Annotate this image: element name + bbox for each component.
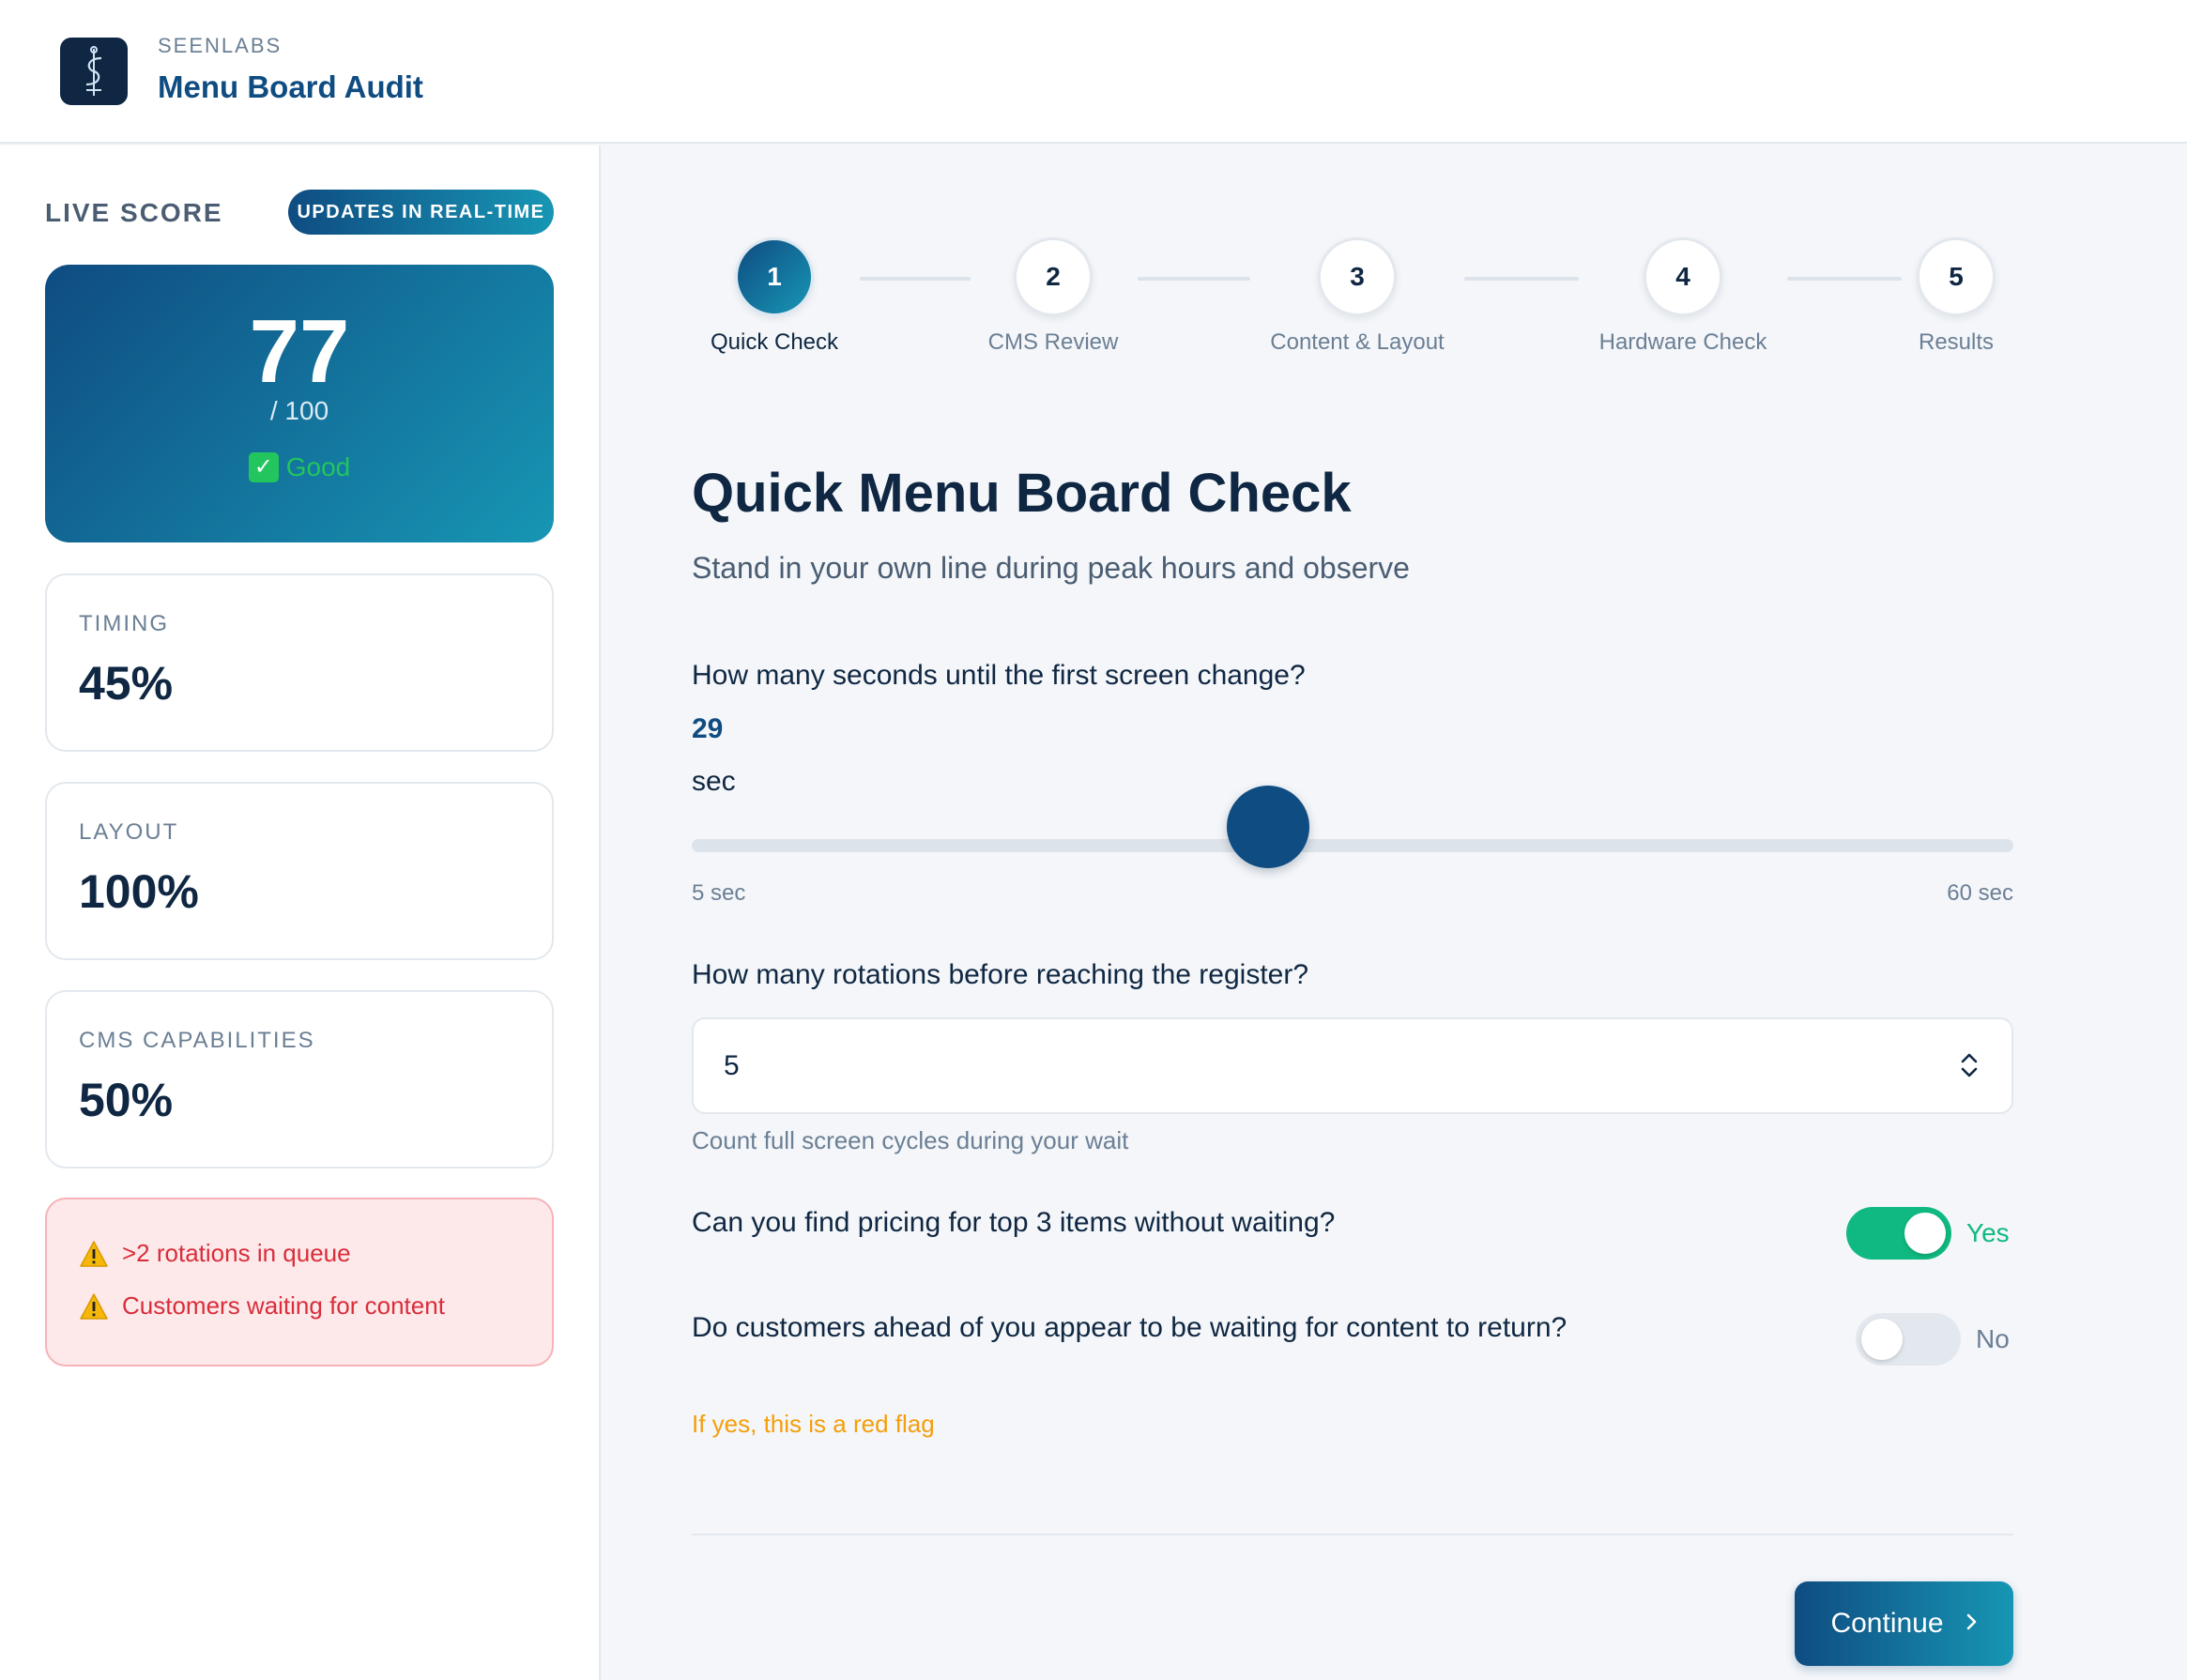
rotations-input[interactable]: 5 xyxy=(692,1017,2013,1114)
alert-item: >2 rotations in queue xyxy=(79,1239,351,1268)
step-label-quick-check: Quick Check xyxy=(710,329,839,355)
waiting-toggle[interactable] xyxy=(1856,1313,1961,1366)
live-score-label: LIVE SCORE xyxy=(45,198,223,227)
warning-icon xyxy=(79,1292,109,1321)
rotations-value: 5 xyxy=(724,1049,740,1081)
waiting-toggle-label: No xyxy=(1976,1324,2010,1353)
step-3[interactable]: 3 xyxy=(1318,237,1397,316)
score-status-label: Good xyxy=(285,452,351,481)
slider-unit: sec xyxy=(692,766,736,797)
slider-min-label: 5 sec xyxy=(692,880,746,906)
form-title: Quick Menu Board Check xyxy=(692,463,1352,524)
seconds-slider-thumb[interactable] xyxy=(1227,786,1310,868)
chevron-right-icon xyxy=(1965,1608,1978,1640)
metric-label: TIMING xyxy=(79,611,169,636)
step-connector xyxy=(1464,277,1579,281)
metric-label: LAYOUT xyxy=(79,819,179,845)
audit-main: 1 Quick Check 2 CMS Review 3 Content & L… xyxy=(603,145,2187,1680)
seconds-slider-track[interactable] xyxy=(692,839,2013,852)
step-1[interactable]: 1 xyxy=(735,237,814,316)
alert-item: Customers waiting for content xyxy=(79,1291,445,1321)
alert-text: >2 rotations in queue xyxy=(122,1239,351,1267)
step-2[interactable]: 2 xyxy=(1014,237,1093,316)
step-label-hardware-check: Hardware Check xyxy=(1598,329,1767,355)
question-waiting: Do customers ahead of you appear to be w… xyxy=(692,1312,1568,1343)
score-card: 77 / 100 ✓ Good xyxy=(45,265,554,542)
score-sidebar: LIVE SCORE UPDATES IN REAL-TIME 77 / 100… xyxy=(0,145,601,1680)
check-icon: ✓ xyxy=(248,452,279,482)
form-divider xyxy=(692,1534,2013,1535)
alerts-panel: >2 rotations in queue Customers waiting … xyxy=(45,1198,554,1367)
metric-value: 45% xyxy=(79,657,174,710)
alert-text: Customers waiting for content xyxy=(122,1291,445,1320)
form-subtitle: Stand in your own line during peak hours… xyxy=(692,551,1410,585)
metric-card-layout: LAYOUT 100% xyxy=(45,782,554,960)
question-pricing: Can you find pricing for top 3 items wit… xyxy=(692,1207,1336,1238)
score-value: 77 xyxy=(249,301,350,402)
toggle-knob xyxy=(1904,1213,1946,1254)
step-label-cms-review: CMS Review xyxy=(987,329,1119,355)
continue-button[interactable]: Continue xyxy=(1795,1581,2013,1666)
step-connector xyxy=(860,277,971,281)
rotations-hint: Count full screen cycles during your wai… xyxy=(692,1126,1129,1154)
step-connector xyxy=(1787,277,1902,281)
app-title: Menu Board Audit xyxy=(158,69,423,104)
question-rotations: How many rotations before reaching the r… xyxy=(692,959,1309,990)
brand-name: SEENLABS xyxy=(158,34,283,57)
step-label-results: Results xyxy=(1918,329,1995,355)
pricing-toggle-label: Yes xyxy=(1966,1218,2010,1247)
slider-max-label: 60 sec xyxy=(1947,880,2013,906)
brand-logo xyxy=(60,38,128,105)
metric-label: CMS CAPABILITIES xyxy=(79,1028,315,1053)
slider-value: 29 xyxy=(692,713,724,744)
metric-card-timing: TIMING 45% xyxy=(45,573,554,752)
step-4[interactable]: 4 xyxy=(1644,237,1722,316)
step-5[interactable]: 5 xyxy=(1917,237,1996,316)
metric-value: 50% xyxy=(79,1074,174,1126)
realtime-badge: UPDATES IN REAL-TIME xyxy=(288,190,554,235)
question-first-change: How many seconds until the first screen … xyxy=(692,660,1306,691)
pricing-toggle[interactable] xyxy=(1846,1207,1951,1260)
toggle-knob xyxy=(1861,1319,1903,1360)
score-max: / 100 xyxy=(269,396,329,425)
caduceus-icon xyxy=(85,46,102,96)
score-status: ✓ Good xyxy=(45,452,554,482)
metric-card-cms: CMS CAPABILITIES 50% xyxy=(45,990,554,1168)
stepper-arrows-icon[interactable] xyxy=(1959,1049,1980,1089)
continue-label: Continue xyxy=(1830,1608,1944,1639)
red-flag-hint: If yes, this is a red flag xyxy=(692,1410,935,1438)
app-header: SEENLABS Menu Board Audit xyxy=(0,0,2187,144)
step-label-content-layout: Content & Layout xyxy=(1270,329,1445,355)
step-connector xyxy=(1138,277,1250,281)
warning-icon xyxy=(79,1240,109,1268)
metric-value: 100% xyxy=(79,865,199,918)
